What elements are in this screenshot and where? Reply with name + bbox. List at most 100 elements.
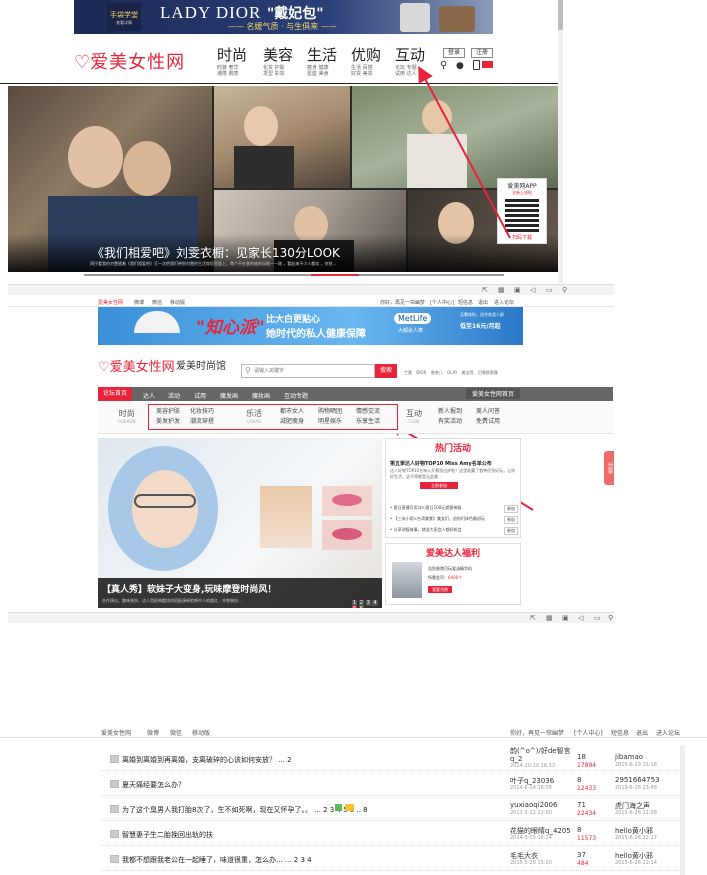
table-row[interactable]: 离婚到离婚到再离婚，支离破碎的心该如何安放？ ... 2 韵(^o^)/好de智… <box>101 745 685 771</box>
table-row[interactable]: 为了这个臭男人我打胎8次了，生不如死啊，现在又怀孕了。。 ... 2 3 4 5… <box>101 796 685 821</box>
topbar-user-center[interactable]: [个人中心] <box>574 728 603 737</box>
topbar-messages[interactable]: 短信息 <box>458 299 473 306</box>
share-icon[interactable]: ⇱ <box>482 286 488 294</box>
topbar-messages[interactable]: 短信息 <box>611 728 629 737</box>
hot-item-text[interactable]: 夏日直播可用冰川夏日100元提瘦神器 <box>394 505 462 510</box>
topbar-logout[interactable]: 退出 <box>478 299 488 306</box>
hot-item-text[interactable]: 分享测报故事，就送大家会人都好机会 <box>394 527 462 532</box>
topbar-forum[interactable]: 进入论坛 <box>656 728 680 737</box>
nav-makeup[interactable]: 魔妆画 <box>252 391 270 400</box>
slider-caption[interactable]: 【真人秀】软妹子大变身,玩味摩登时尚风！ <box>102 582 276 595</box>
menu-item[interactable]: 美人问答 <box>476 408 500 415</box>
search-icon[interactable]: ⚲ <box>608 614 613 622</box>
menu-group-club: 新人报到 美人问答 有奖活动 免费试用 <box>438 407 518 427</box>
last-post-date: 2015-6-29 15:16 <box>615 762 657 768</box>
topbar-link-weibo[interactable]: 微博 <box>134 299 144 306</box>
thread-title[interactable]: 智慧妻子生二胎挽回出轨的扶 <box>122 830 213 840</box>
nav-site-home[interactable]: 爱美女性网首页 <box>466 388 521 399</box>
site2-logo[interactable]: ♡爱美女性网 <box>98 356 175 375</box>
thread-title[interactable]: 为了这个臭男人我打胎8次了，生不如死啊，现在又怀孕了。。 ... 2 3 4 5… <box>122 805 368 815</box>
topbar-logout[interactable]: 退出 <box>636 728 648 737</box>
hot-icon <box>345 804 354 811</box>
topbar-forum[interactable]: 进入论坛 <box>494 299 514 306</box>
hot-item[interactable]: • 分享测报故事，就送大家会人都好机会 参加 <box>390 527 518 535</box>
grid-icon[interactable]: ▦ <box>546 614 553 622</box>
hot-item-join[interactable]: 参加 <box>504 505 518 513</box>
chat-icon[interactable]: ▭ <box>594 614 601 622</box>
topbar-link-weibo[interactable]: 微博 <box>147 728 159 737</box>
thread-author[interactable]: 韵(^o^)/好de智言q_2 <box>510 747 576 763</box>
topbar-link-home[interactable]: 爱美女性网 <box>98 299 123 306</box>
nav-events[interactable]: 活动 <box>168 391 180 400</box>
grid-icon[interactable]: ▦ <box>498 286 505 294</box>
topbar-user-center[interactable]: [个人中心] <box>430 299 454 306</box>
topbar-link-wechat[interactable]: 微信 <box>170 728 182 737</box>
hot-headline[interactable]: 第五季达人好物TOP10 Miss Amy名单公布 <box>390 460 516 467</box>
thread-title[interactable]: 离婚到离婚到再离婚，支离破碎的心该如何安放？ ... 2 <box>122 755 292 765</box>
nav-forum-home[interactable]: 论坛首页 <box>98 387 133 401</box>
hot-item[interactable]: • 【三米小雨×台湾美食】美女们，追你们体色最初玩 参加 <box>390 516 518 524</box>
last-post-user[interactable]: 2951664753 <box>615 776 660 784</box>
banner-right-text: 无需体检，适合各类人群 <box>460 312 504 317</box>
menu-item[interactable]: 有奖活动 <box>438 417 476 427</box>
nav-hair[interactable]: 魔发画 <box>220 391 238 400</box>
welfare-item[interactable]: 告别香港可玩爱油精华机 <box>428 566 472 572</box>
thread-replies: 8 <box>577 826 582 834</box>
hot-tag[interactable]: 香奈儿 <box>431 370 443 375</box>
hot-tag[interactable]: 巴黎欧莱雅 <box>478 370 498 375</box>
table-row[interactable]: 夏天痛经要怎么办？ 叶子q_23036 2014-6-14 16:05 8 12… <box>101 771 685 796</box>
welfare-product-image[interactable] <box>392 562 422 598</box>
site2-topbar: 爱美女性网 微博 微信 移动版 你好，再见一帘幽梦 [个人中心] 短信息 退出 … <box>8 297 614 307</box>
hot-item[interactable]: • 夏日直播可用冰川夏日100元提瘦神器 参加 <box>390 505 518 513</box>
thread-views: 11573 <box>577 835 597 842</box>
nav-experts[interactable]: 达人 <box>143 391 155 400</box>
menu-item[interactable]: 新人报到 <box>438 407 476 417</box>
lock-icon[interactable]: ▣ <box>514 286 521 294</box>
welfare-title: 爱美达人福利 <box>425 549 480 559</box>
document-icon <box>110 755 119 763</box>
menu-item[interactable]: 免费试用 <box>476 418 500 425</box>
nav-topics[interactable]: 互动专题 <box>284 391 308 400</box>
thread-author[interactable]: yuxiaoqi2006 <box>510 801 557 809</box>
chat-icon[interactable]: ▭ <box>546 286 553 294</box>
slider-pager: 1 2 3 4 5 6 <box>352 600 382 608</box>
hot-tag[interactable]: DIOR <box>416 370 426 375</box>
nav-trial[interactable]: 试用 <box>194 391 206 400</box>
slider-page[interactable]: 5 <box>352 606 358 608</box>
last-post-user[interactable]: jibamao <box>615 753 643 761</box>
slider-page[interactable]: 4 <box>372 600 378 606</box>
search-button[interactable]: 搜索 <box>375 364 397 378</box>
insurance-banner-ad[interactable]: "知心派" 比大白更贴心 她时代的私人健康保障 MetLife 大都会人寿 无需… <box>98 307 523 345</box>
sound-icon[interactable]: ◁ <box>530 286 535 294</box>
side-share-tab[interactable]: 分享 <box>604 451 614 485</box>
slider-page[interactable]: 3 <box>365 600 371 606</box>
slider-page[interactable]: 6 <box>358 606 364 608</box>
topbar-link-mobile[interactable]: 移动版 <box>170 299 185 306</box>
join-button[interactable]: 立即参加 <box>420 482 458 489</box>
search-input[interactable] <box>254 366 372 376</box>
redeem-button[interactable]: 我要兑换 <box>428 586 452 593</box>
topbar-link-mobile[interactable]: 移动版 <box>192 728 210 737</box>
search-icon[interactable]: ⚲ <box>562 286 567 294</box>
hot-item-join[interactable]: 参加 <box>504 516 518 524</box>
hot-tag[interactable]: OLAY <box>447 370 457 375</box>
table-row[interactable]: 我都不想跟我老公在一起睡了，味道很重，怎么办... ... 2 3 4 毛毛大衣… <box>101 846 685 871</box>
topbar-link-home[interactable]: 爱美女性网 <box>101 728 131 737</box>
hot-tag[interactable]: 美宝莲 <box>462 370 474 375</box>
document-icon <box>110 780 119 788</box>
topbar-link-wechat[interactable]: 微信 <box>152 299 162 306</box>
hot-tag[interactable]: 兰蔻 <box>404 370 412 375</box>
table-row[interactable]: 智慧妻子生二胎挽回出轨的扶 花猫的眼睛q_4205 2014-5-15 14:2… <box>101 821 685 846</box>
feature-slider[interactable]: 【真人秀】软妹子大变身,玩味摩登时尚风！ 合作演出，趣味装扮，达人用经典酷炫的搭… <box>98 438 382 608</box>
lock-icon[interactable]: ▣ <box>562 614 569 622</box>
thread-title[interactable]: 夏天痛经要怎么办？ <box>122 780 185 790</box>
hot-item-join[interactable]: 参加 <box>504 527 518 535</box>
thread-scrollbar[interactable] <box>680 745 685 875</box>
banner-sub1: 比大白更贴心 <box>266 315 321 325</box>
share-icon[interactable]: ⇱ <box>530 614 536 622</box>
thread-title[interactable]: 我都不想跟我老公在一起睡了，味道很重，怎么办... ... 2 3 4 <box>122 855 312 865</box>
hot-item-text[interactable]: 【三米小雨×台湾美食】美女们，追你们体色最初玩 <box>394 516 485 521</box>
sound-icon[interactable]: ◁ <box>578 614 583 622</box>
site3-topbar: 爱美女性网 微博 微信 移动版 你好，再见一帘幽梦 [个人中心] 短信息 退出 … <box>0 726 707 738</box>
thread-date: 2015-5-28 15:20 <box>510 860 552 866</box>
